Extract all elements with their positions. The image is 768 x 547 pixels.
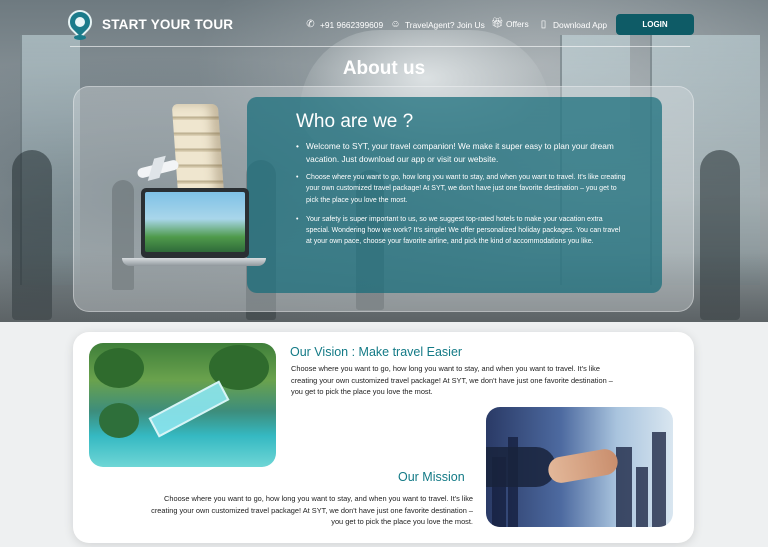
mobile-icon: ▯ — [540, 19, 547, 30]
mission-title: Our Mission — [398, 470, 465, 484]
list-item: Welcome to SYT, your travel companion! W… — [296, 140, 626, 166]
map-pin-logo-icon[interactable] — [63, 5, 97, 42]
handshake-image — [486, 407, 673, 527]
download-app-label: Download App — [553, 19, 608, 30]
vision-title: Our Vision : Make travel Easier — [290, 345, 463, 359]
login-button[interactable]: LOGIN — [616, 14, 694, 35]
travel-agent-link[interactable]: ☺ TravelAgent? Join Us — [390, 19, 485, 30]
vision-text: Choose where you want to go, how long yo… — [291, 364, 613, 397]
laptop-base — [122, 258, 266, 266]
who-are-we-title: Who are we ? — [296, 111, 414, 132]
agent-icon: ☺ — [390, 19, 401, 30]
phone-link[interactable]: ✆ +91 9662399609 — [305, 19, 383, 30]
download-app-link[interactable]: ▯ Download App — [538, 19, 607, 30]
nav-divider — [70, 46, 690, 47]
brand-name[interactable]: START YOUR TOUR — [102, 17, 233, 32]
list-item: Choose where you want to go, how long yo… — [296, 172, 626, 206]
page-title: About us — [342, 58, 426, 79]
offers-label: Offers — [506, 18, 529, 29]
gift-icon: 🎁︎ — [491, 18, 504, 29]
who-are-we-list: Welcome to SYT, your travel companion! W… — [296, 140, 626, 256]
list-item: Your safety is super important to us, so… — [296, 214, 626, 248]
laptop-illustration — [141, 188, 249, 258]
offers-link[interactable]: 🎁︎ Offers — [491, 18, 529, 29]
top-navbar: START YOUR TOUR ✆ +91 9662399609 ☺ Trave… — [0, 0, 768, 48]
mission-text: Choose where you want to go, how long yo… — [151, 494, 473, 527]
phone-number: +91 9662399609 — [320, 19, 384, 30]
travel-agent-label: TravelAgent? Join Us — [405, 19, 485, 30]
resort-pool-image — [89, 343, 276, 467]
phone-icon: ✆ — [306, 19, 315, 30]
